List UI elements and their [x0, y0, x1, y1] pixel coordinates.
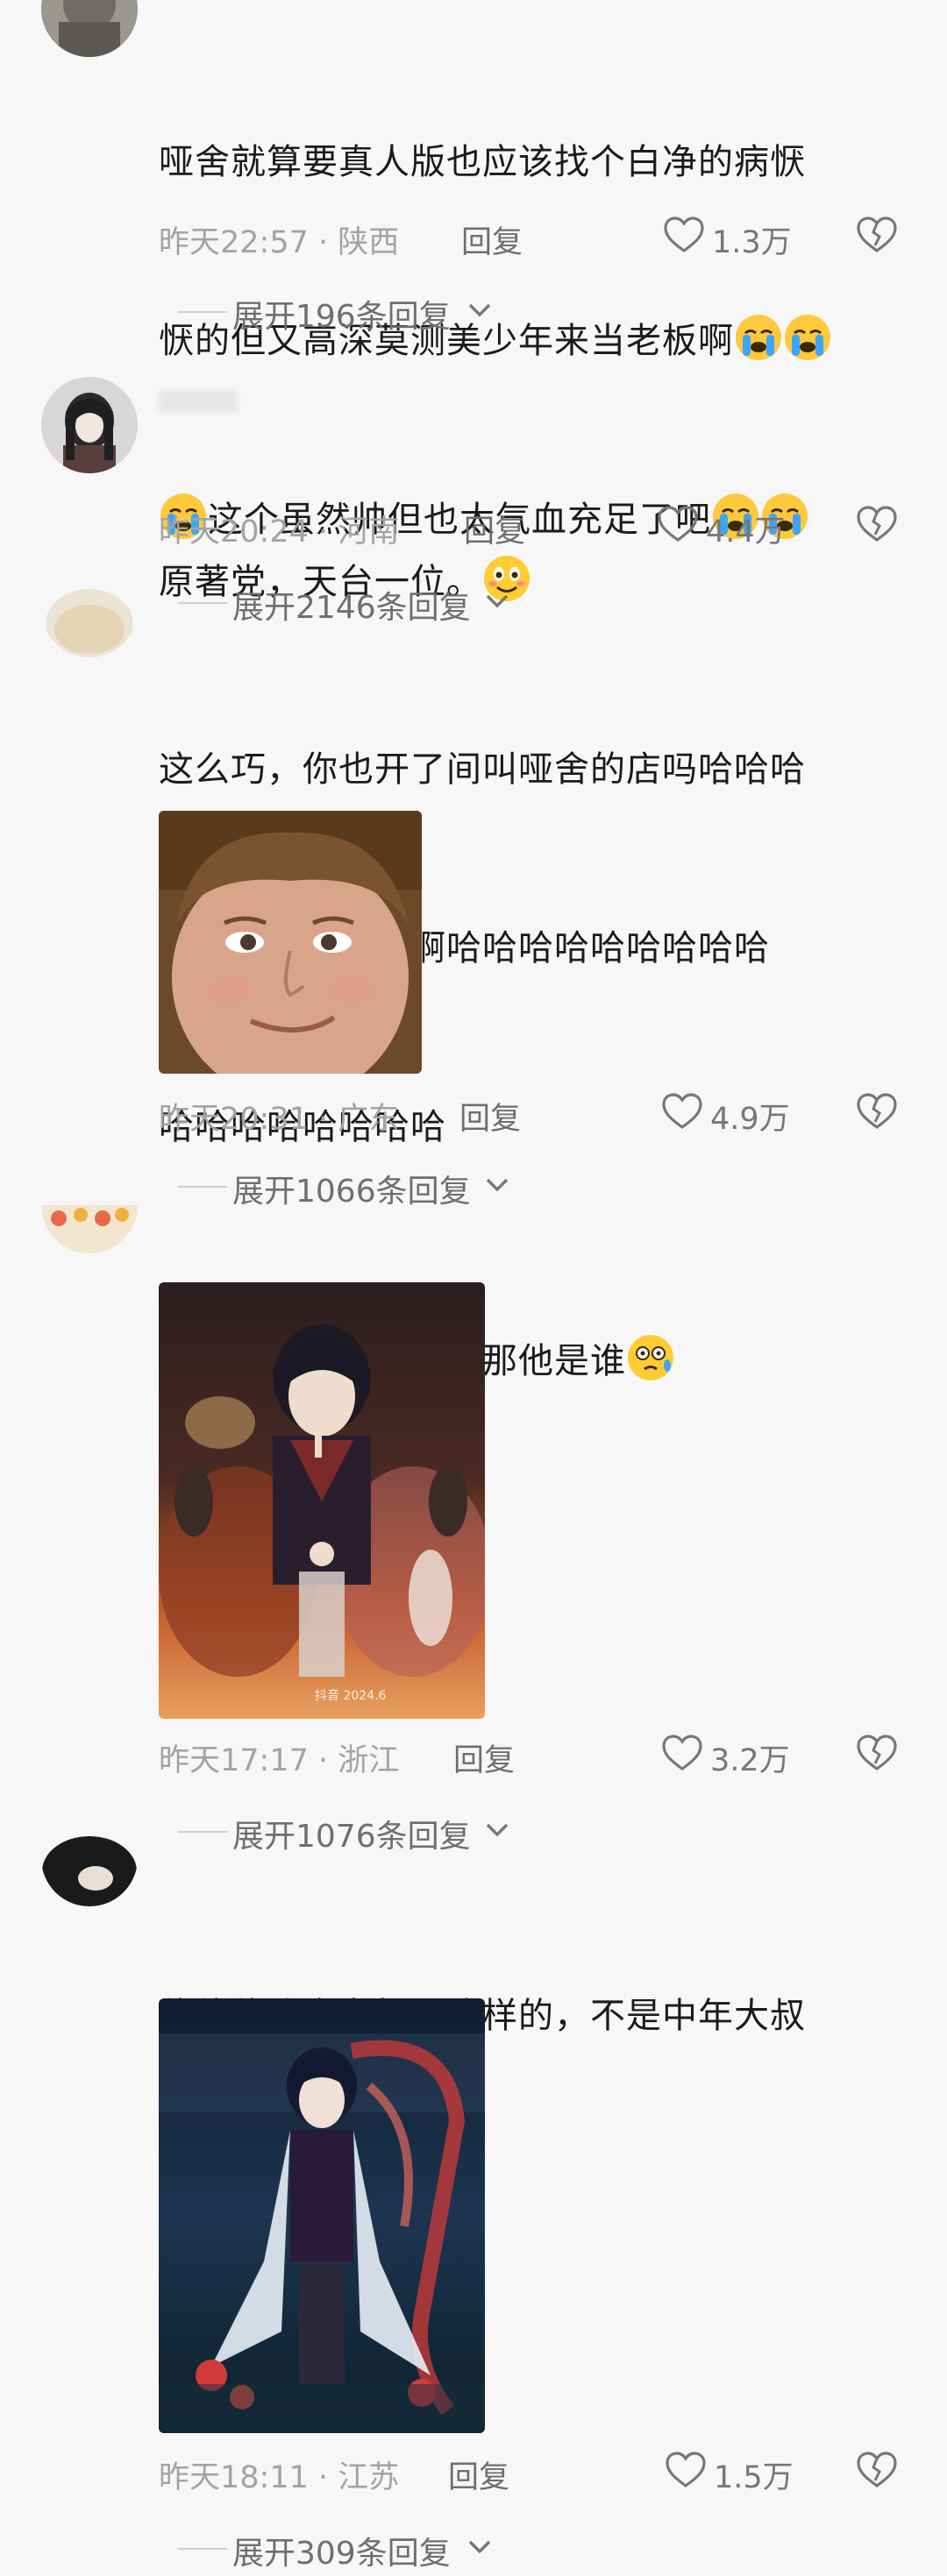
comment-image[interactable]: 抖音 2024.6 [159, 1282, 485, 1719]
timestamp-location: 昨天18:11 · 江苏 [159, 2460, 400, 2495]
expand-replies-label: 展开196条回复 [232, 299, 451, 335]
dislike-button[interactable] [856, 1092, 898, 1139]
timestamp-location: 昨天20:24 · 河南 [159, 514, 400, 550]
like-count: 4.9万 [710, 1102, 790, 1137]
divider [178, 1186, 227, 1188]
username[interactable] [159, 390, 238, 413]
timestamp-location: 昨天20:31 · 广东 [159, 1102, 400, 1137]
comment-meta: 昨天20:31 · 广东 回复 4.9万 [159, 1087, 913, 1139]
heart-icon [662, 1093, 702, 1129]
comment-line: 这么巧，你也开了间叫哑舍的店吗哈哈哈 [159, 749, 806, 790]
heart-icon [666, 2452, 706, 2487]
expand-replies-label: 展开1076条回复 [232, 1819, 471, 1855]
timestamp-location: 昨天17:17 · 浙江 [159, 1743, 400, 1778]
divider [178, 602, 227, 604]
heart-icon [658, 506, 698, 542]
crying-emoji-icon [735, 314, 782, 361]
dizzy-emoji-icon [627, 1334, 674, 1381]
divider [178, 2548, 227, 2550]
dislike-button[interactable] [856, 216, 898, 262]
timestamp-location: 昨天22:57 · 陕西 [159, 225, 400, 260]
reply-button[interactable]: 回复 [448, 2452, 509, 2497]
divider [178, 1831, 227, 1833]
like-count: 3.2万 [710, 1743, 790, 1778]
dislike-button[interactable] [856, 2451, 898, 2497]
broken-heart-icon [857, 216, 897, 252]
broken-heart-icon [857, 1093, 897, 1129]
avatar[interactable] [41, 1157, 138, 1253]
crying-emoji-icon [784, 314, 831, 361]
avatar[interactable] [41, 0, 138, 57]
chevron-down-icon [468, 303, 491, 317]
chevron-down-icon [468, 2540, 491, 2554]
avatar[interactable] [41, 377, 138, 473]
divider [178, 311, 227, 313]
chevron-down-icon [486, 1823, 509, 1837]
heart-icon [664, 216, 704, 252]
dislike-button[interactable] [856, 505, 898, 551]
comment-meta: 昨天17:17 · 浙江 回复 3.2万 [159, 1728, 913, 1781]
reply-button[interactable]: 回复 [453, 1735, 515, 1780]
like-count: 1.5万 [714, 2460, 794, 2495]
comment-image[interactable] [159, 1998, 485, 2433]
watermark: 抖音 2024.6 [315, 1688, 387, 1703]
chevron-down-icon [486, 594, 509, 608]
broken-heart-icon [857, 1735, 897, 1771]
broken-heart-icon [857, 506, 897, 542]
chevron-down-icon [486, 1178, 509, 1192]
comment-meta: 昨天22:57 · 陕西 回复 1.3万 [159, 210, 913, 263]
avatar[interactable] [41, 561, 138, 657]
heart-icon [662, 1735, 702, 1771]
like-count: 4.4万 [706, 514, 786, 550]
avatar[interactable] [41, 1810, 138, 1906]
expand-replies-label: 展开309条回复 [232, 2536, 451, 2572]
comment-meta: 昨天18:11 · 江苏 回复 1.5万 [159, 2445, 913, 2498]
expand-replies-label: 展开1066条回复 [232, 1174, 471, 1210]
reply-button[interactable]: 回复 [459, 1094, 521, 1139]
comment-image[interactable] [159, 811, 422, 1074]
dislike-button[interactable] [856, 1734, 898, 1780]
broken-heart-icon [857, 2452, 897, 2487]
comment-meta: 昨天20:24 · 河南 回复 4.4万 [159, 500, 913, 552]
reply-button[interactable]: 回复 [464, 507, 525, 551]
like-count: 1.3万 [712, 225, 792, 260]
comment-line: 哑舍就算要真人版也应该找个白净的病恹 [159, 142, 806, 182]
reply-button[interactable]: 回复 [461, 217, 523, 262]
